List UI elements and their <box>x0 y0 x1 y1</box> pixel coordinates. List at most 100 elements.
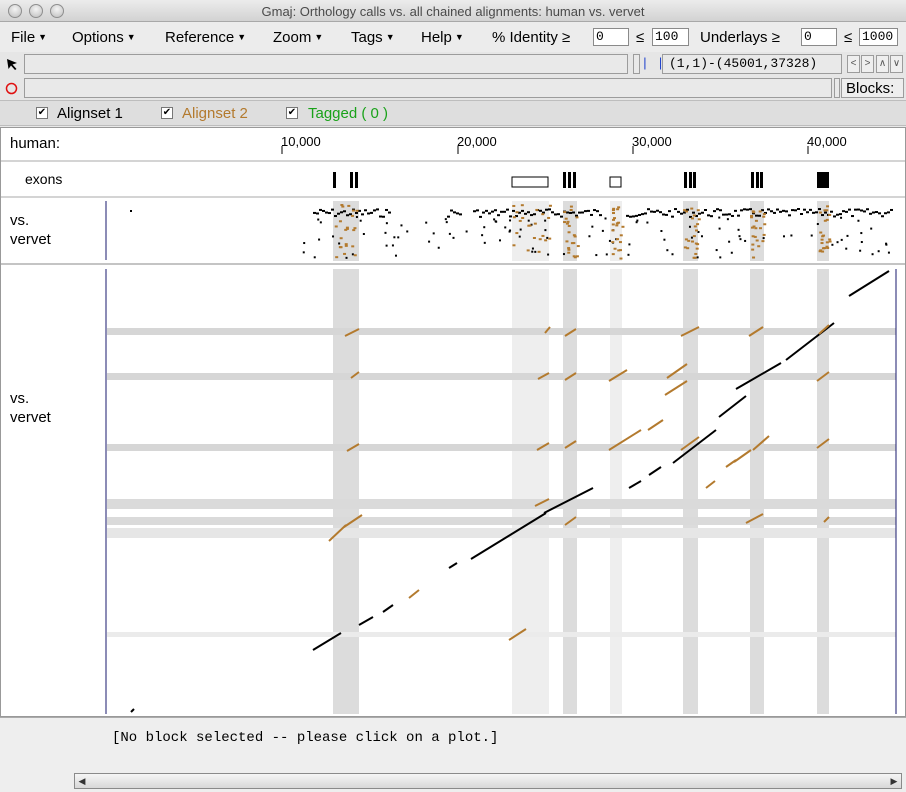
pip-dot <box>755 239 759 242</box>
underlays-label: Underlays ≥ <box>700 29 780 46</box>
pip-dot <box>823 209 827 212</box>
underlays-min-input[interactable]: 0 <box>801 28 837 46</box>
pip-dot <box>698 212 701 215</box>
pip-dot <box>743 208 746 211</box>
exon-block[interactable] <box>568 172 571 188</box>
pip-dot <box>508 230 511 233</box>
menu-options[interactable]: Options ▼ <box>72 29 136 46</box>
menu-reference[interactable]: Reference ▼ <box>165 29 246 46</box>
pip-dot <box>528 224 532 227</box>
exon-block[interactable] <box>756 172 759 188</box>
pip-dot <box>340 211 343 214</box>
pip-dot <box>854 208 857 211</box>
pip-dot <box>869 212 872 215</box>
pip-dot <box>362 233 365 236</box>
pip-dot <box>527 211 530 214</box>
dotplot-segments[interactable] <box>130 270 890 713</box>
exon-block[interactable] <box>693 172 696 188</box>
menu-file[interactable]: File ▼ <box>11 29 47 46</box>
pip-dot <box>538 238 542 241</box>
exon-block[interactable] <box>573 172 576 188</box>
pip-dot <box>567 224 571 227</box>
tagged-checkbox[interactable]: ✔ <box>286 107 298 119</box>
pip-dot <box>686 208 689 211</box>
underlays-max-input[interactable]: 1000 <box>859 28 898 46</box>
pip-dot <box>569 209 573 212</box>
identity-max-input[interactable]: 100 <box>652 28 689 46</box>
pip-dot <box>364 209 367 212</box>
chevron-down-icon: ▼ <box>314 32 324 42</box>
pip-dot <box>617 206 621 209</box>
pip-dot <box>317 218 320 221</box>
exon-block[interactable] <box>609 176 622 188</box>
pip-dot <box>547 216 551 219</box>
exon-block[interactable] <box>684 172 687 188</box>
pip-dot <box>481 234 484 237</box>
pip-dot <box>569 211 572 214</box>
red-circle-icon[interactable] <box>5 82 18 95</box>
nav-right-button[interactable]: > <box>861 55 874 73</box>
pip-dot <box>722 213 725 216</box>
pip-dot <box>611 253 615 256</box>
pip-dot <box>344 243 348 246</box>
pip-dot <box>385 244 388 247</box>
nav-down-button[interactable]: ∨ <box>890 55 903 73</box>
pip-dot <box>692 235 696 238</box>
horizontal-scrollbar[interactable]: ◀ ▶ <box>74 773 902 789</box>
chain-segment <box>733 449 752 463</box>
pip-dot <box>674 208 677 211</box>
exon-block[interactable] <box>350 172 353 188</box>
pip-dot <box>750 216 754 219</box>
menu-tags[interactable]: Tags ▼ <box>351 29 395 46</box>
identity-min-input[interactable]: 0 <box>593 28 629 46</box>
exon-block[interactable] <box>689 172 692 188</box>
exon-underlay-band <box>512 269 549 714</box>
arrow-pointer-icon[interactable] <box>5 57 19 71</box>
pip-dot <box>596 210 599 213</box>
field-divider <box>633 54 640 74</box>
scroll-left-icon[interactable]: ◀ <box>75 774 89 788</box>
chevron-up-icon: ∧ <box>878 58 887 69</box>
pip-dot <box>319 221 322 224</box>
nav-left-button[interactable]: < <box>847 55 860 73</box>
exon-block[interactable] <box>333 172 336 188</box>
exon-block[interactable] <box>355 172 358 188</box>
pip-dot <box>635 221 638 224</box>
pip-dots[interactable] <box>130 204 893 260</box>
pip-dot <box>646 221 649 224</box>
pip-dot <box>656 209 659 212</box>
alignset-2-checkbox[interactable]: ✔ <box>161 107 173 119</box>
pip-dot <box>601 229 604 232</box>
exon-block[interactable] <box>817 172 829 188</box>
menu-bar: File ▼ Options ▼ Reference ▼ Zoom ▼ Tags ▼ He… <box>0 22 906 52</box>
menu-zoom[interactable]: Zoom ▼ <box>273 29 323 46</box>
exon-block[interactable] <box>563 172 566 188</box>
pip-dot <box>406 230 409 233</box>
alignset-2-label: Alignset 2 <box>182 105 248 122</box>
pip-dot <box>749 208 752 211</box>
mark-field[interactable] <box>24 78 832 98</box>
alignment-plot[interactable] <box>1 128 905 716</box>
pip-dot <box>313 211 316 214</box>
exon-underlay-band <box>610 269 622 714</box>
exon-underlay-row <box>107 632 896 637</box>
exon-block[interactable] <box>751 172 754 188</box>
pip-dot <box>740 209 743 212</box>
pip-dot <box>512 204 516 207</box>
pip-dot <box>604 217 607 220</box>
alignset-1-checkbox[interactable]: ✔ <box>36 107 48 119</box>
scroll-right-icon[interactable]: ▶ <box>887 774 901 788</box>
exon-track[interactable] <box>333 172 829 188</box>
pip-dot <box>629 215 632 218</box>
pip-dot <box>563 211 567 214</box>
pip-dot <box>524 212 527 215</box>
exon-underlay-band <box>683 269 698 714</box>
menu-help[interactable]: Help ▼ <box>421 29 464 46</box>
pip-dot <box>812 211 815 214</box>
cursor-marker: | | <box>641 56 665 71</box>
exon-block[interactable] <box>511 176 549 188</box>
exon-block[interactable] <box>760 172 763 188</box>
pip-dot <box>770 210 773 213</box>
selection-field[interactable] <box>24 54 628 74</box>
nav-up-button[interactable]: ∧ <box>876 55 889 73</box>
